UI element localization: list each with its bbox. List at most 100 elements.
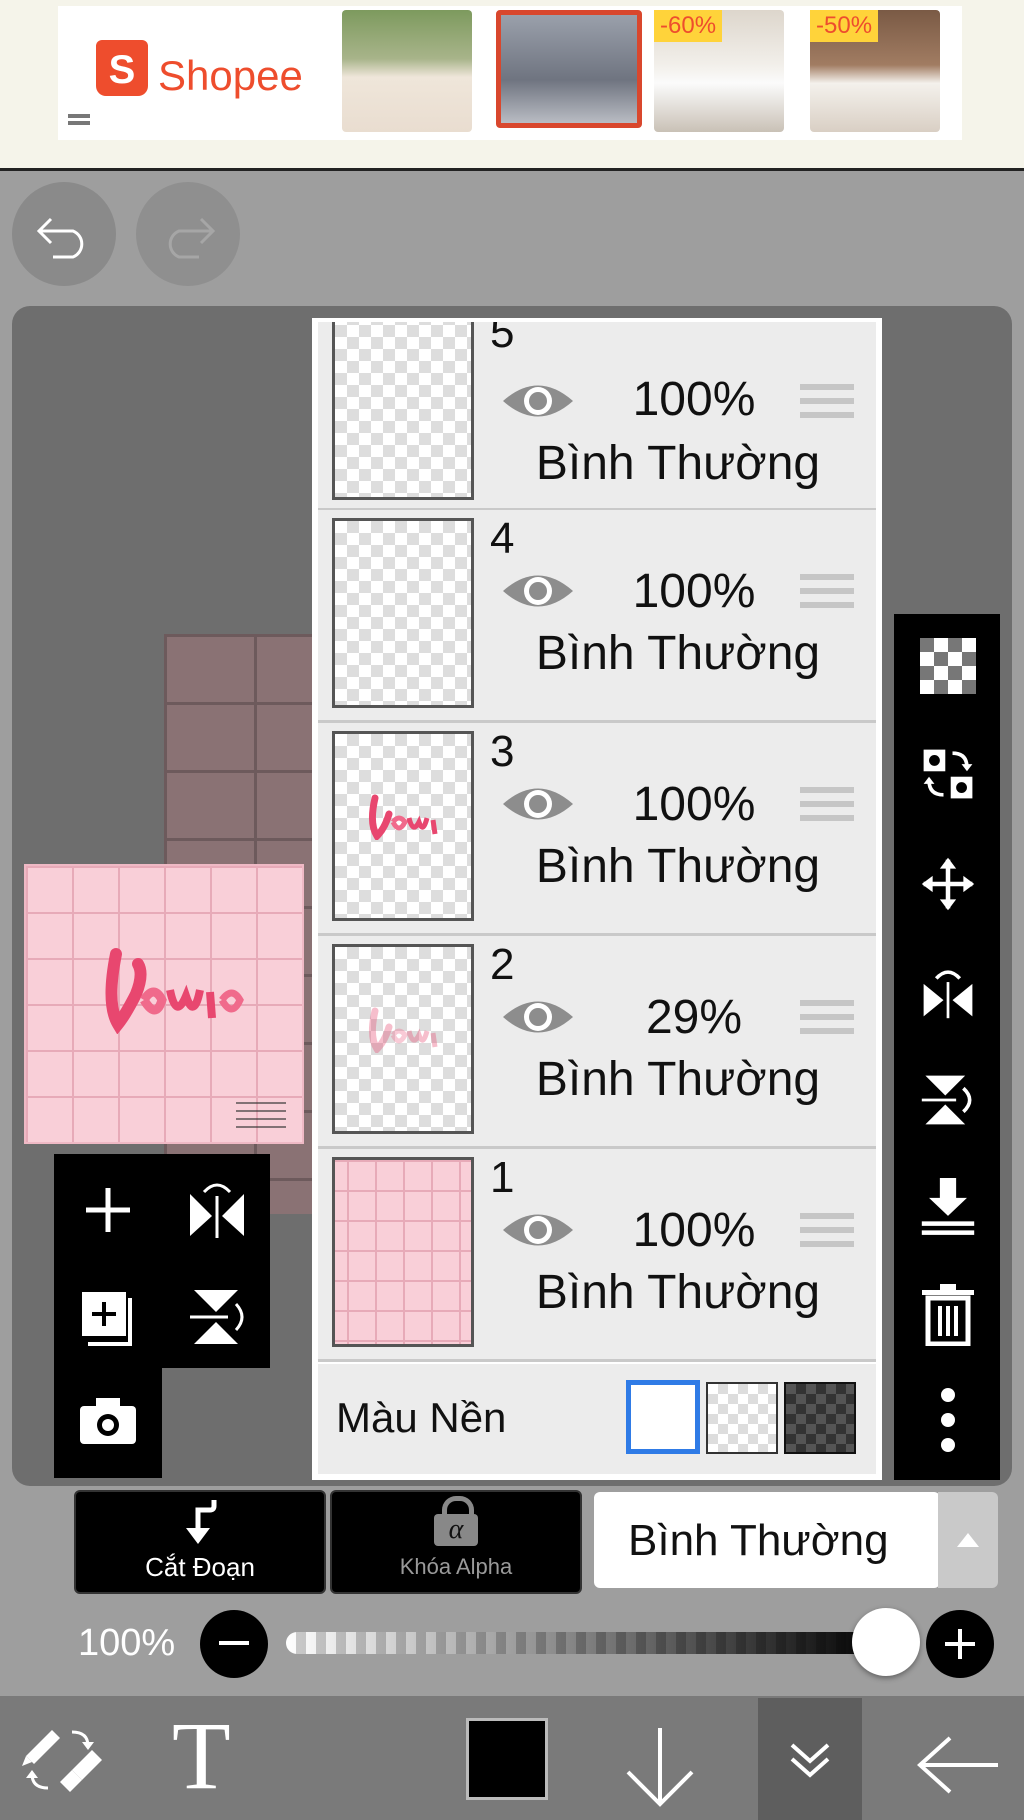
brush-eraser-icon bbox=[22, 1730, 102, 1792]
alpha-lock-icon: α bbox=[432, 1496, 480, 1548]
visibility-toggle[interactable] bbox=[500, 994, 576, 1045]
layer-thumbnail bbox=[332, 944, 474, 1134]
layer-row[interactable]: 3 100% Bình Thường bbox=[318, 723, 876, 936]
layer-blend-mode: Bình Thường bbox=[535, 1053, 821, 1106]
undo-button[interactable] bbox=[12, 182, 116, 286]
visibility-toggle[interactable] bbox=[500, 568, 576, 619]
merge-down-button[interactable] bbox=[920, 1178, 976, 1235]
color-swatch[interactable] bbox=[466, 1718, 548, 1800]
visibility-toggle[interactable] bbox=[500, 781, 576, 832]
drag-handle-icon[interactable] bbox=[800, 574, 854, 580]
layer-row[interactable]: 1 100% Bình Thường bbox=[318, 1149, 876, 1362]
eye-icon bbox=[503, 788, 573, 820]
text-tool-button[interactable]: T bbox=[172, 1700, 231, 1811]
eye-icon bbox=[503, 1214, 573, 1246]
caret-up-icon bbox=[957, 1533, 979, 1547]
opacity-slider-thumb[interactable] bbox=[852, 1608, 920, 1676]
eye-icon bbox=[503, 385, 573, 417]
opacity-increase-button[interactable] bbox=[926, 1610, 994, 1678]
layer-blend-mode: Bình Thường bbox=[535, 437, 821, 490]
chevron-double-down-icon bbox=[790, 1743, 830, 1778]
product-image-selected[interactable] bbox=[496, 10, 642, 128]
layer-row[interactable]: 2 29% Bình Thường bbox=[318, 936, 876, 1149]
visibility-toggle[interactable] bbox=[500, 1207, 576, 1258]
clipping-button[interactable]: Cắt Đoạn bbox=[74, 1490, 326, 1594]
back-button[interactable] bbox=[916, 1736, 1000, 1799]
clipping-label: Cắt Đoạn bbox=[145, 1552, 255, 1582]
opacity-slider-track[interactable] bbox=[286, 1632, 886, 1654]
layer-row[interactable]: 4 100% Bình Thường bbox=[318, 510, 876, 723]
add-layer-button[interactable] bbox=[82, 1184, 134, 1241]
delete-layer-button[interactable] bbox=[920, 1284, 976, 1346]
more-vertical-icon bbox=[941, 1388, 955, 1452]
drag-handle-icon[interactable] bbox=[800, 1000, 854, 1006]
duplicate-layer-icon bbox=[82, 1292, 132, 1346]
layers-toggle-button[interactable] bbox=[758, 1698, 862, 1820]
eye-icon bbox=[503, 575, 573, 607]
layer-number: 4 bbox=[490, 514, 515, 563]
flip-horizontal-button[interactable] bbox=[186, 1180, 248, 1245]
redo-button[interactable] bbox=[136, 182, 240, 286]
layer-blend-mode: Bình Thường bbox=[535, 627, 821, 680]
lettering-artwork bbox=[105, 948, 244, 1034]
blend-mode-value: Bình Thường bbox=[628, 1516, 889, 1565]
layer-row[interactable]: 5 100% Bình Thường bbox=[318, 322, 876, 511]
layer-number: 2 bbox=[490, 940, 515, 989]
clip-arrow-icon bbox=[186, 1500, 217, 1544]
canvas-preview[interactable] bbox=[24, 864, 304, 1144]
layer-thumbnail bbox=[332, 518, 474, 708]
drag-handle-icon[interactable] bbox=[800, 384, 854, 390]
flip-vertical-button[interactable] bbox=[188, 1286, 248, 1353]
tool-switch-button[interactable] bbox=[22, 1722, 102, 1803]
ad-banner[interactable]: S Shopee -60% -50% bbox=[0, 0, 1024, 171]
flip-horizontal-icon bbox=[923, 970, 973, 1019]
bg-white-option[interactable] bbox=[626, 1380, 700, 1454]
move-icon bbox=[921, 857, 975, 911]
camera-icon bbox=[80, 1398, 136, 1444]
opacity-value: 100% bbox=[78, 1622, 176, 1664]
layer-thumbnail bbox=[332, 1157, 474, 1347]
bg-dark-checker-option[interactable] bbox=[784, 1382, 856, 1454]
lettering-thumb bbox=[368, 794, 438, 840]
blend-mode-select[interactable]: Bình Thường bbox=[594, 1492, 940, 1588]
flip-layer-vertical-button[interactable] bbox=[920, 1072, 976, 1128]
more-options-button[interactable] bbox=[920, 1388, 976, 1452]
layer-opacity: 100% bbox=[632, 565, 756, 618]
blend-mode-dropdown-button[interactable] bbox=[938, 1492, 998, 1588]
shopee-brand: Shopee bbox=[158, 52, 303, 99]
drag-handle-icon[interactable] bbox=[800, 787, 854, 793]
discount-badge: -60% bbox=[654, 10, 723, 42]
ad-menu-icon[interactable] bbox=[68, 114, 90, 118]
visibility-toggle[interactable] bbox=[500, 378, 576, 429]
camera-button[interactable] bbox=[78, 1396, 138, 1451]
small-text-artwork bbox=[236, 1102, 286, 1130]
layer-number: 3 bbox=[490, 727, 515, 776]
transparency-button[interactable] bbox=[920, 638, 976, 694]
move-button[interactable] bbox=[920, 856, 976, 912]
layer-opacity: 29% bbox=[645, 991, 743, 1044]
layer-number: 1 bbox=[490, 1153, 515, 1202]
alpha-lock-button[interactable]: α Khóa Alpha bbox=[330, 1490, 582, 1594]
bg-transparent-option[interactable] bbox=[706, 1382, 778, 1454]
layer-opacity: 100% bbox=[632, 1204, 756, 1257]
arrow-down-icon bbox=[626, 1728, 694, 1807]
drag-handle-icon[interactable] bbox=[800, 1213, 854, 1219]
product-image[interactable] bbox=[342, 10, 472, 132]
layer-blend-mode: Bình Thường bbox=[535, 840, 821, 893]
merge-down-icon bbox=[921, 1178, 975, 1235]
swap-icon bbox=[923, 749, 973, 799]
shopee-logo-letter: S bbox=[108, 48, 136, 92]
layer-blend-mode: Bình Thường bbox=[535, 1266, 821, 1319]
layer-thumbnail bbox=[332, 731, 474, 921]
opacity-decrease-button[interactable] bbox=[200, 1610, 268, 1678]
duplicate-layer-button[interactable] bbox=[80, 1290, 138, 1353]
eye-icon bbox=[503, 1001, 573, 1033]
flip-horizontal-icon bbox=[190, 1183, 244, 1238]
undo-icon bbox=[36, 217, 84, 259]
flip-layer-horizontal-button[interactable] bbox=[920, 964, 976, 1020]
layer-opacity: 100% bbox=[632, 778, 756, 831]
swap-layer-button[interactable] bbox=[920, 746, 976, 802]
layer-thumbnail bbox=[332, 322, 474, 500]
scroll-down-button[interactable] bbox=[622, 1724, 698, 1813]
plus-icon bbox=[945, 1629, 975, 1659]
